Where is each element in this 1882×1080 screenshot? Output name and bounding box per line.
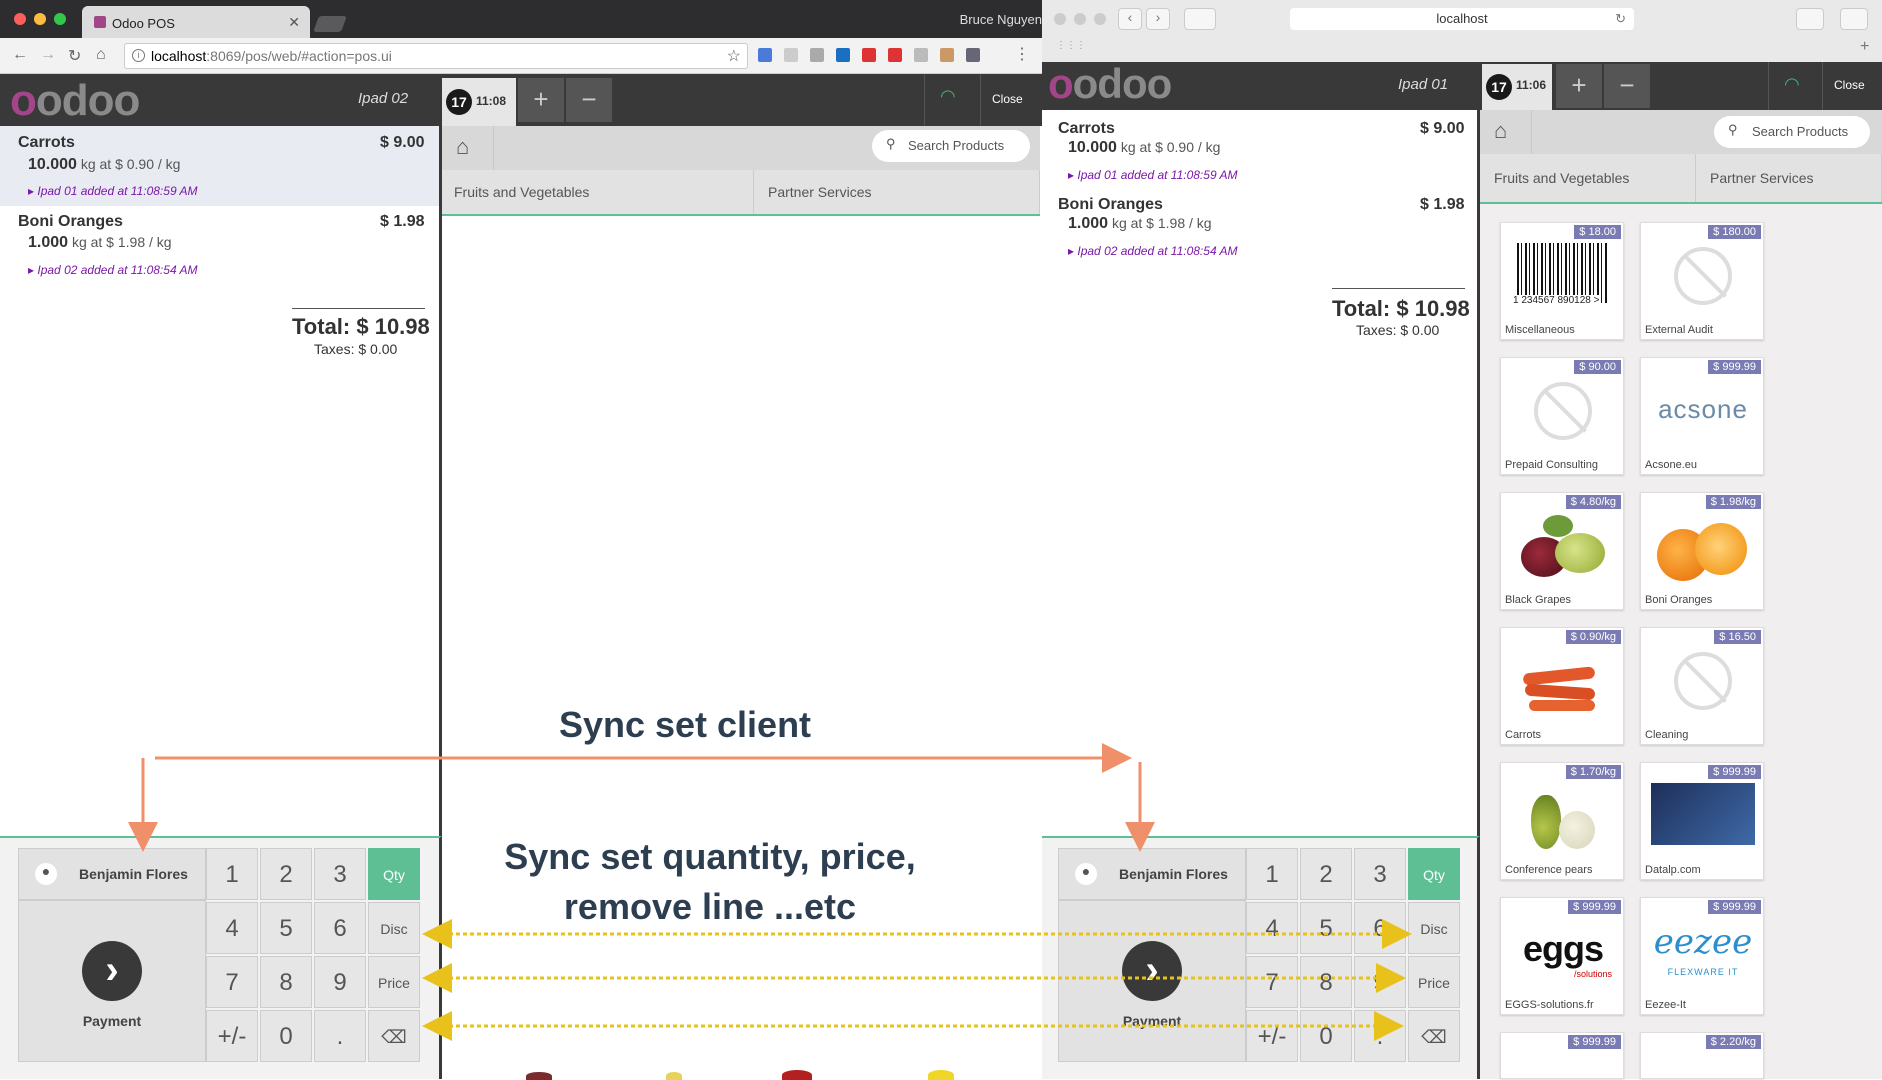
annotation-arrows <box>128 743 1412 1041</box>
client-sync-arrow <box>128 743 1155 852</box>
numpad-sync-arrows <box>422 919 1412 1041</box>
